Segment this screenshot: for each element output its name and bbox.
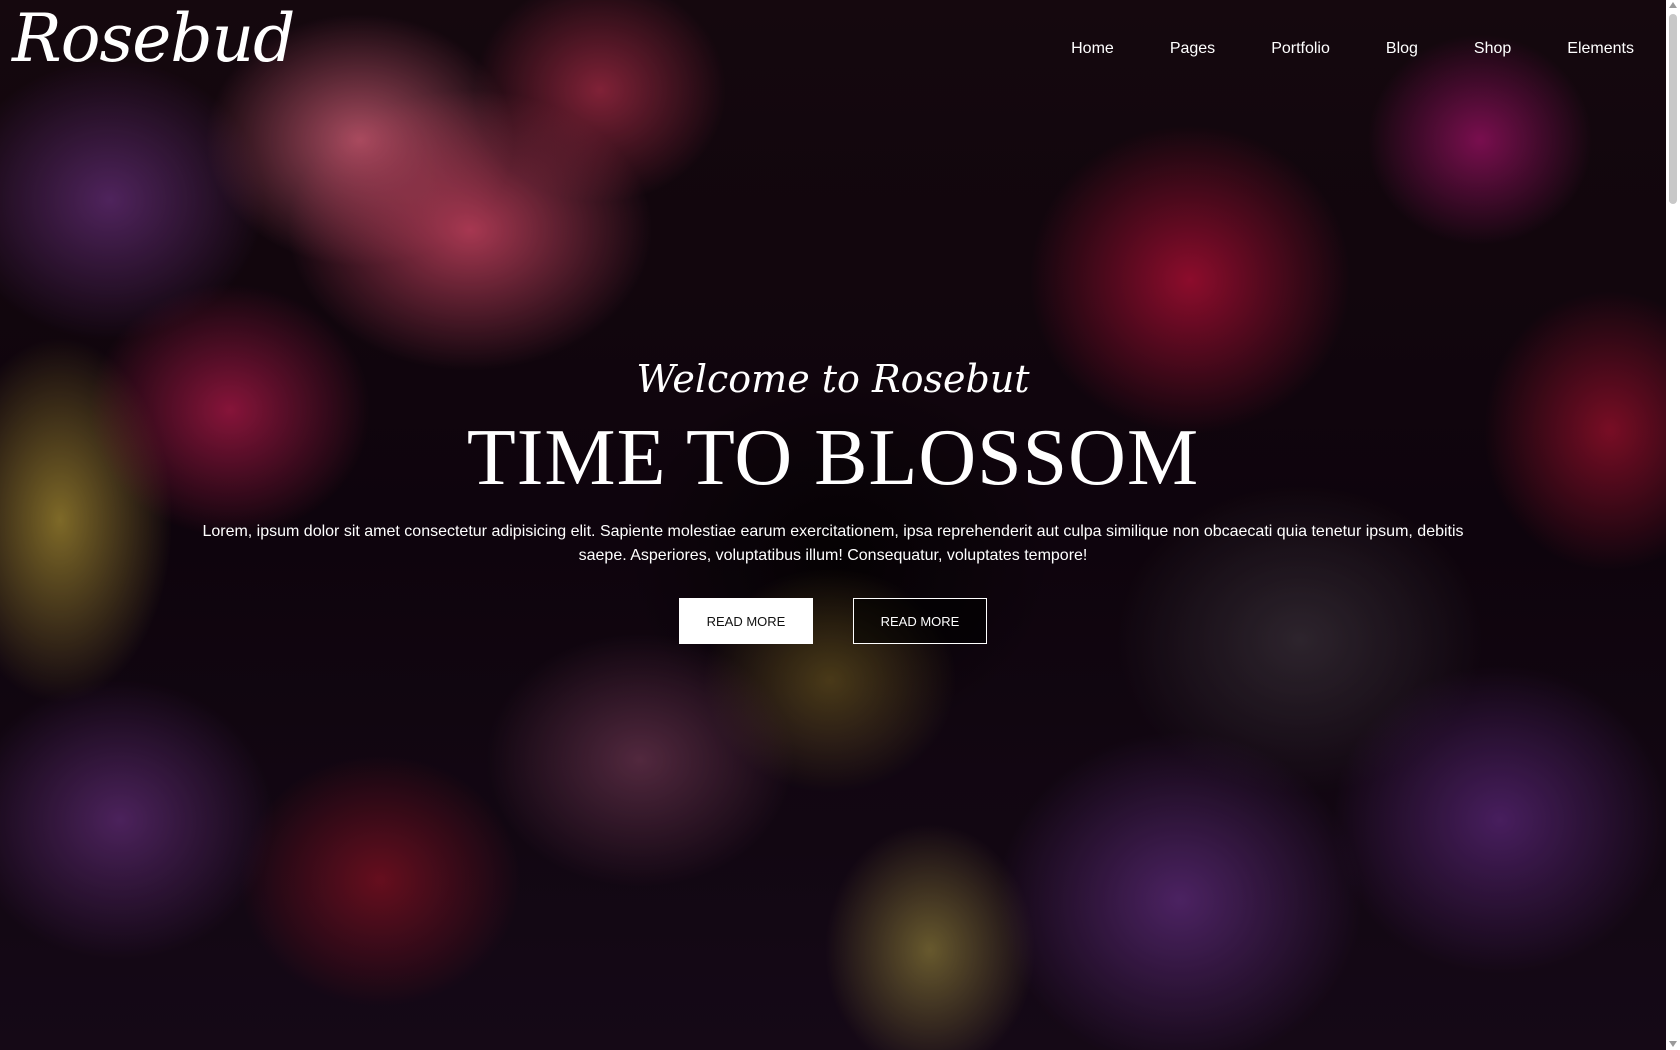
nav-item-home[interactable]: Home <box>1071 40 1114 58</box>
nav-item-shop[interactable]: Shop <box>1474 40 1511 58</box>
hero-welcome-text: Welcome to Rosebut <box>636 357 1030 401</box>
main-nav: Home Pages Portfolio Blog Shop Elements <box>1015 40 1634 58</box>
hero-headline: TIME TO BLOSSOM <box>466 414 1200 502</box>
page: Rosebud Home Pages Portfolio Blog Shop E… <box>0 0 1680 1050</box>
read-more-button-secondary[interactable]: READ MORE <box>853 598 987 644</box>
read-more-button-primary[interactable]: READ MORE <box>679 598 813 644</box>
nav-item-pages[interactable]: Pages <box>1170 40 1215 58</box>
hero-button-group: READ MORE READ MORE <box>0 598 1666 644</box>
scrollbar-thumb[interactable] <box>1669 14 1677 204</box>
hero-lead-text: Lorem, ipsum dolor sit amet consectetur … <box>202 523 1464 564</box>
site-logo[interactable]: Rosebud <box>12 6 295 72</box>
nav-item-blog[interactable]: Blog <box>1386 40 1418 58</box>
nav-item-elements[interactable]: Elements <box>1567 40 1634 58</box>
scroll-down-arrow-icon[interactable] <box>1669 1041 1677 1047</box>
page-scrollbar[interactable] <box>1666 0 1680 1050</box>
hero-section: Welcome to Rosebut TIME TO BLOSSOM Lorem… <box>0 360 1666 644</box>
nav-item-portfolio[interactable]: Portfolio <box>1271 40 1330 58</box>
scroll-up-arrow-icon[interactable] <box>1669 2 1677 8</box>
